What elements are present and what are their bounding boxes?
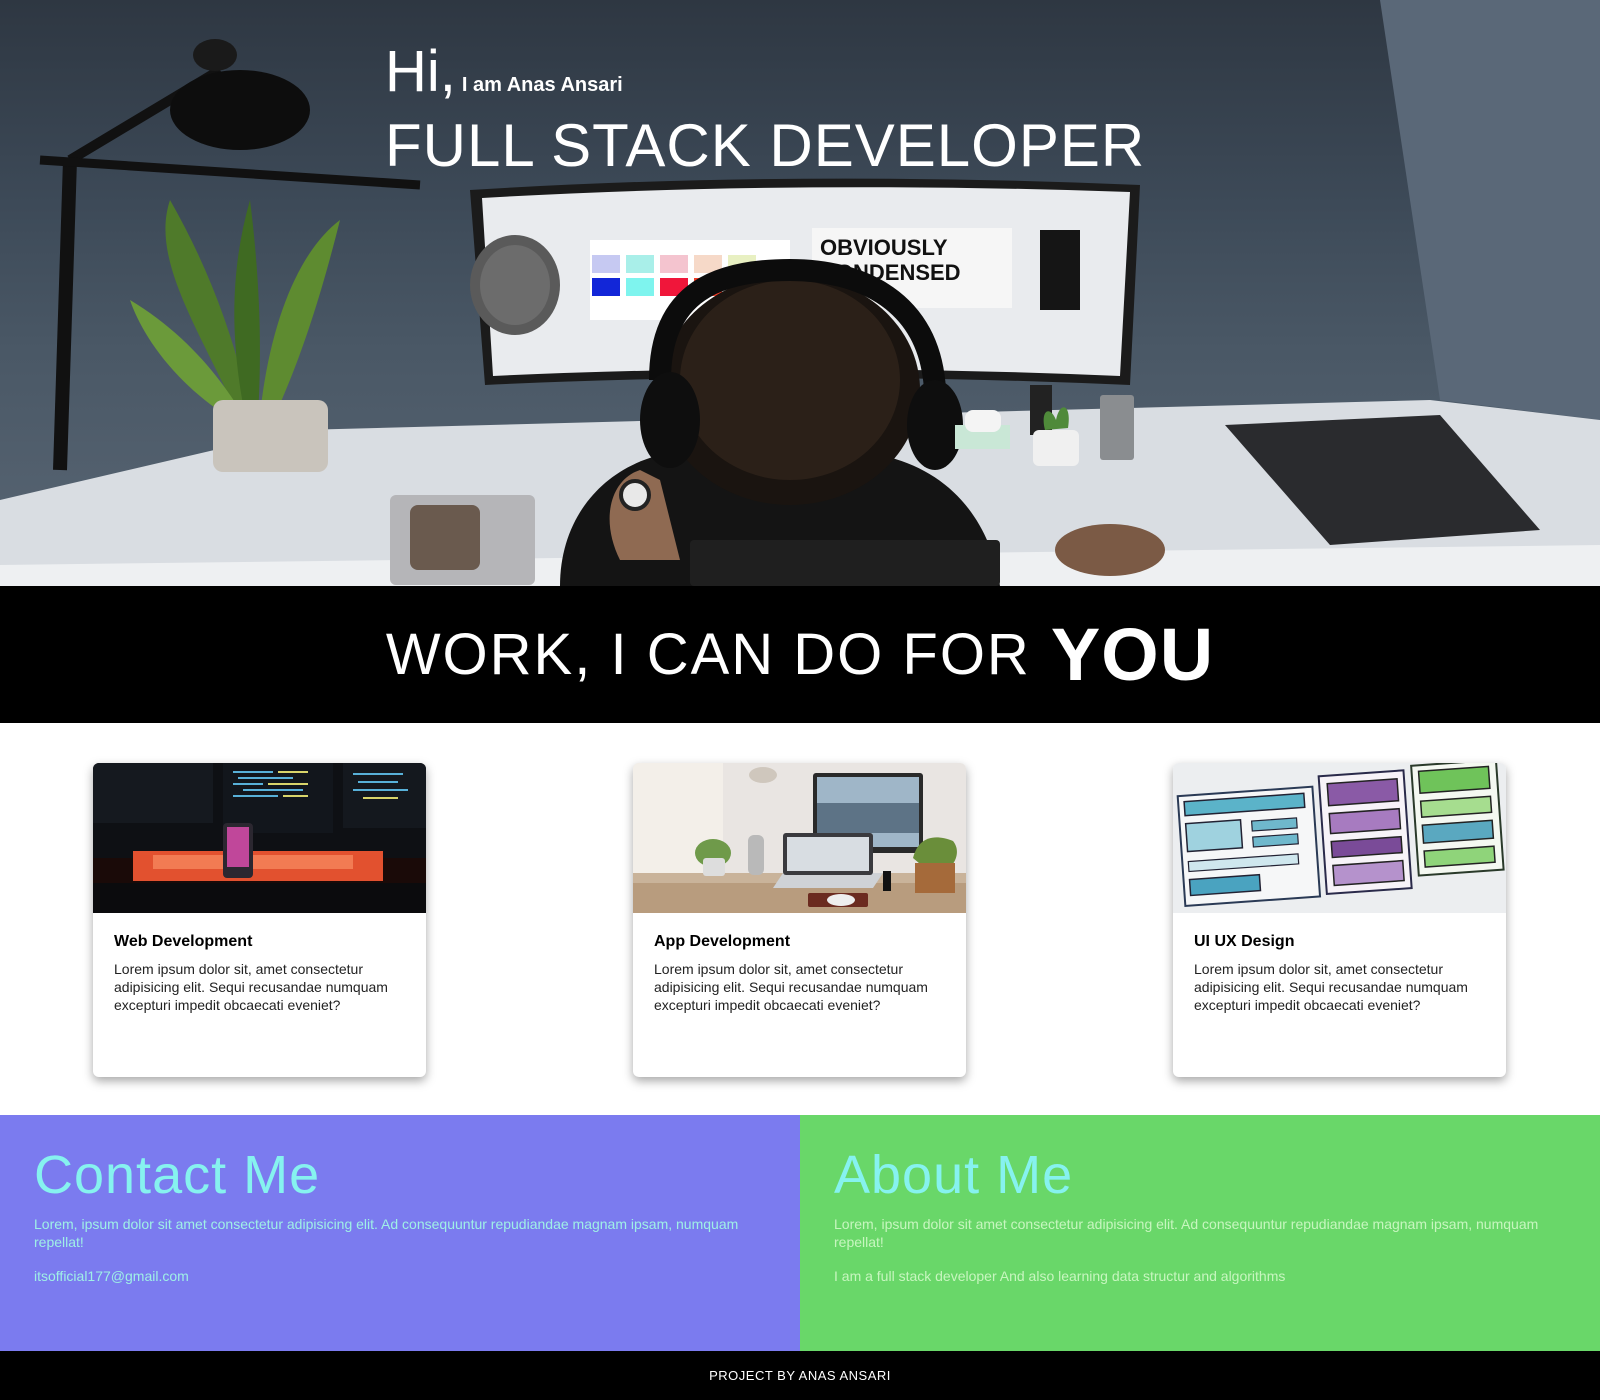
contact-email-link[interactable]: itsofficial177@gmail.com xyxy=(34,1267,800,1285)
card-text: Lorem ipsum dolor sit, amet consectetur … xyxy=(1194,961,1468,1013)
card-body: Web Development Lorem ipsum dolor sit, a… xyxy=(93,913,426,1014)
contact-title: Contact Me xyxy=(34,1145,321,1205)
about-title: About Me xyxy=(834,1145,1074,1205)
monitor-text-line-1: OBVIOUSLY xyxy=(820,235,948,260)
about-text: Lorem, ipsum dolor sit amet consectetur … xyxy=(834,1216,1539,1250)
card-body: App Development Lorem ipsum dolor sit, a… xyxy=(633,913,966,1014)
greeting-text: Hi, xyxy=(385,39,456,104)
hero-intro: Hi, I am Anas Ansari FULL STACK DEVELOPE… xyxy=(385,38,1145,180)
work-heading: WORK, I CAN DO FOR xyxy=(385,622,1031,687)
service-card-web-development[interactable]: Web Development Lorem ipsum dolor sit, a… xyxy=(93,763,426,1077)
about-panel: About Me Lorem, ipsum dolor sit amet con… xyxy=(800,1115,1600,1351)
footer: PROJECT BY ANAS ANSARI xyxy=(0,1351,1600,1400)
card-body: UI UX Design Lorem ipsum dolor sit, amet… xyxy=(1173,913,1506,1014)
card-title: App Development xyxy=(654,933,791,950)
service-card-ui-ux-design[interactable]: UI UX Design Lorem ipsum dolor sit, amet… xyxy=(1173,763,1506,1077)
card-title: Web Development xyxy=(114,933,253,950)
footer-credit: PROJECT BY ANAS ANSARI xyxy=(709,1368,891,1383)
services-section: Web Development Lorem ipsum dolor sit, a… xyxy=(0,723,1600,1115)
work-emphasis: YOU xyxy=(1050,613,1215,696)
greeting-line: Hi, I am Anas Ansari xyxy=(385,38,1145,105)
ui-ux-design-image xyxy=(1173,763,1506,913)
hero-section: OBVIOUSLY CONDENSED Hi, I am Anas Ansari… xyxy=(0,0,1600,586)
card-text: Lorem ipsum dolor sit, amet consectetur … xyxy=(654,961,928,1013)
about-bio: I am a full stack developer And also lea… xyxy=(834,1268,1286,1284)
app-development-image xyxy=(633,763,966,913)
intro-name: I am Anas Ansari xyxy=(461,74,623,96)
contact-panel: Contact Me Lorem, ipsum dolor sit amet c… xyxy=(0,1115,800,1351)
card-title: UI UX Design xyxy=(1194,933,1295,950)
service-card-app-development[interactable]: App Development Lorem ipsum dolor sit, a… xyxy=(633,763,966,1077)
web-development-image xyxy=(93,763,426,913)
role-title: FULL STACK DEVELOPER xyxy=(385,112,1146,179)
contact-text: Lorem, ipsum dolor sit amet consectetur … xyxy=(34,1216,739,1250)
contact-about-section: Contact Me Lorem, ipsum dolor sit amet c… xyxy=(0,1115,1600,1351)
work-banner: WORK, I CAN DO FOR YOU xyxy=(0,586,1600,723)
card-text: Lorem ipsum dolor sit, amet consectetur … xyxy=(114,961,388,1013)
